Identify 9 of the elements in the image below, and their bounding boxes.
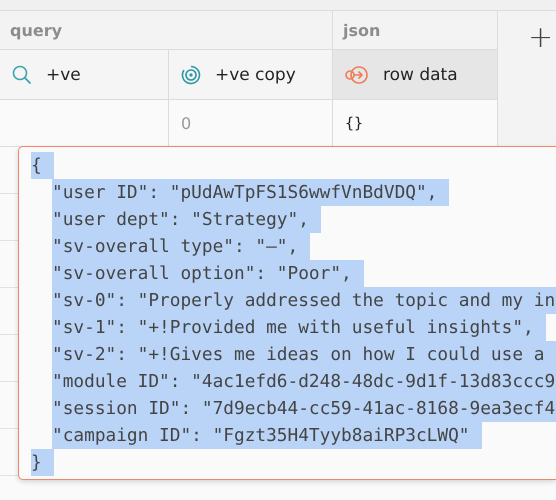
arrow-circle-icon [345,64,369,84]
column-header[interactable]: row data [333,50,498,100]
column-group-header: json [333,10,498,50]
add-column-button[interactable]: + [498,10,556,147]
column-header[interactable]: +ve [0,50,169,100]
column-header[interactable]: +ve copy [169,50,333,100]
target-icon [181,64,201,84]
column-group-header: query [0,10,333,50]
search-icon [12,64,32,84]
